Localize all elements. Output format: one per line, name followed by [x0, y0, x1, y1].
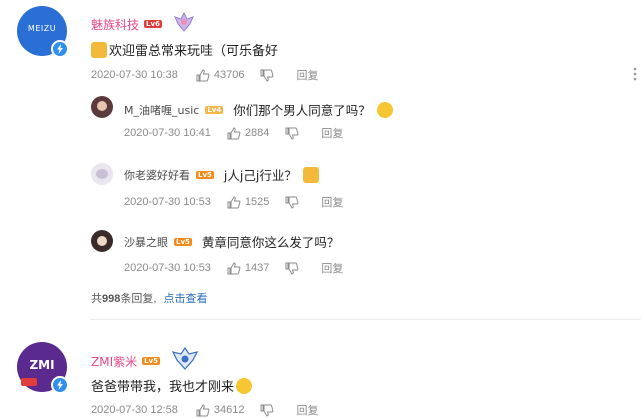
like-button[interactable]: 1525 [227, 195, 270, 209]
dislike-button[interactable] [285, 127, 299, 140]
reply-text: 黄章同意你这么发了吗？ [201, 235, 340, 250]
reply-time: 2020-07-30 10:53 [124, 196, 211, 208]
vertical-dots-icon[interactable] [633, 66, 637, 81]
reply-text: j人j己j行业？ [223, 168, 297, 183]
comment-username[interactable]: 魅族科技 [91, 16, 139, 33]
level-badge: Lv4 [205, 105, 224, 114]
thumb-up-icon [227, 261, 241, 274]
reply-username[interactable]: 沙暴之眼 [124, 234, 168, 250]
dislike-button[interactable] [260, 404, 274, 417]
like-count: 1525 [244, 196, 270, 208]
like-count: 43706 [213, 69, 245, 81]
avatar-label: ZMI [29, 358, 55, 372]
avatar-meizu[interactable]: MEIZU [17, 6, 69, 58]
thumb-down-icon [285, 127, 299, 140]
summary-prefix: 共 [91, 293, 102, 305]
reply-button[interactable]: 回复 [321, 125, 343, 141]
like-count: 34612 [213, 404, 245, 416]
thumb-up-icon [196, 68, 210, 81]
avatar-reply-2[interactable] [91, 163, 113, 185]
reply-summary: 共998条回复, 点击查看 [91, 290, 207, 306]
thumb-down-icon [285, 262, 299, 275]
like-button[interactable]: 1437 [227, 261, 270, 275]
comment-username[interactable]: ZMI紫米 [91, 353, 137, 370]
dislike-button[interactable] [260, 69, 274, 82]
view-replies-link[interactable]: 点击查看 [163, 293, 207, 305]
reply-button[interactable]: 回复 [296, 67, 318, 83]
reply-button[interactable]: 回复 [321, 194, 343, 210]
avatar-reply-1[interactable] [91, 96, 113, 118]
fan-medal-icon [170, 346, 200, 375]
avatar-label: MEIZU [27, 24, 57, 33]
thumb-down-icon [285, 196, 299, 209]
summary-count: 998 [102, 293, 121, 305]
reply-username[interactable]: 你老婆好好看 [124, 167, 190, 183]
comment-divider [90, 319, 641, 320]
avatar-zmi[interactable]: ZMI [17, 342, 69, 394]
summary-suffix: 条回复, [120, 293, 157, 305]
comment-text: 爸爸带带我，我也才刚来 [91, 380, 235, 395]
thumb-up-icon [196, 403, 210, 416]
level-badge: Lv5 [196, 170, 214, 179]
verified-icon [51, 376, 69, 394]
reply-text: 你们那个男人同意了吗？ [233, 103, 371, 118]
like-count: 2884 [244, 127, 270, 139]
like-button[interactable]: 34612 [196, 403, 245, 417]
level-badge: Lv5 [142, 357, 161, 365]
doge-emoji-icon [302, 166, 319, 183]
verified-icon [51, 40, 69, 58]
reply-time: 2020-07-30 10:53 [124, 262, 211, 274]
comment-time: 2020-07-30 12:58 [91, 404, 178, 416]
thumb-up-icon [227, 195, 241, 208]
like-count: 1437 [244, 262, 270, 274]
like-button[interactable]: 2884 [227, 126, 270, 140]
fan-medal-icon [172, 11, 196, 37]
laugh-emoji-icon [236, 377, 253, 394]
comment-text: 欢迎雷总常来玩哇（可乐备好 [109, 44, 279, 59]
thumb-up-icon [227, 126, 241, 139]
like-button[interactable]: 43706 [196, 68, 245, 82]
doge-emoji-icon [91, 41, 107, 58]
dislike-button[interactable] [285, 196, 299, 209]
blush-emoji-icon [376, 101, 393, 118]
reply-username[interactable]: M_油啫喱_usic [124, 102, 199, 118]
reply-button[interactable]: 回复 [321, 260, 343, 276]
thumb-down-icon [260, 69, 274, 82]
avatar-reply-3[interactable] [91, 230, 113, 252]
avatar-tag-icon [21, 378, 37, 386]
reply-button[interactable]: 回复 [296, 402, 318, 418]
comment-time: 2020-07-30 10:38 [91, 69, 178, 81]
thumb-down-icon [260, 404, 274, 417]
level-badge: Lv5 [174, 237, 192, 246]
reply-time: 2020-07-30 10:41 [124, 127, 211, 139]
dislike-button[interactable] [285, 262, 299, 275]
level-badge: Lv6 [144, 20, 162, 28]
